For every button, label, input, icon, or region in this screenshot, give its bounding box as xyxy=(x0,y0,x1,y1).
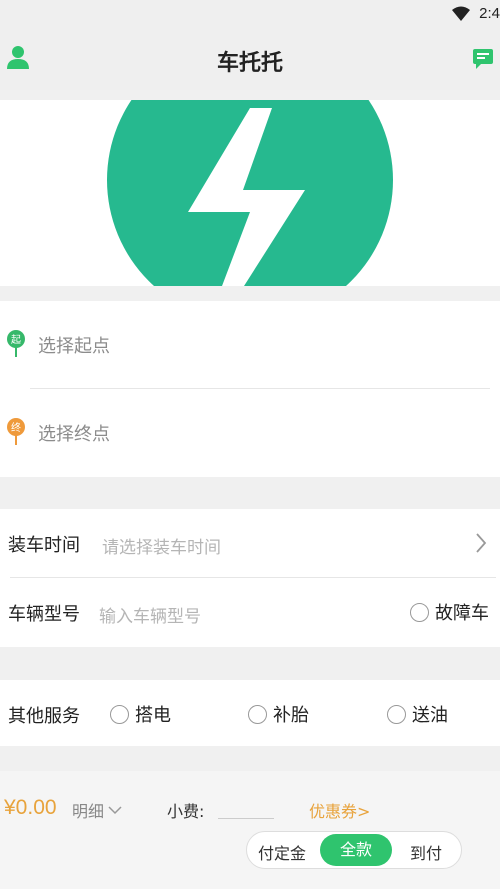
tip-input[interactable] xyxy=(218,818,274,819)
message-icon[interactable] xyxy=(472,48,494,70)
radio-icon xyxy=(248,704,267,724)
svg-text:终: 终 xyxy=(11,421,21,434)
vehicle-info-card: 装车时间 请选择装车时间 车辆型号 输入车辆型号 故障车 xyxy=(0,509,500,647)
service-fuel-delivery[interactable]: 送油 xyxy=(387,701,448,727)
service-jump-start[interactable]: 搭电 xyxy=(110,701,171,727)
end-pin-icon: 终 xyxy=(7,418,25,445)
detail-label: 明细 xyxy=(72,802,105,821)
banner[interactable] xyxy=(0,100,500,286)
faulty-vehicle-checkbox[interactable]: 故障车 xyxy=(410,599,489,625)
chevron-right-icon xyxy=(476,533,487,553)
radio-icon xyxy=(410,602,429,622)
vehicle-model-row: 车辆型号 输入车辆型号 故障车 xyxy=(0,578,500,646)
end-point-input[interactable]: 选择终点 xyxy=(38,420,110,446)
price-detail-toggle[interactable]: 明细 xyxy=(72,798,122,822)
service-label: 送油 xyxy=(412,705,448,726)
payment-segmented-control: 付定金 全款 到付 xyxy=(246,831,462,869)
radio-icon xyxy=(387,704,406,724)
faulty-vehicle-label: 故障车 xyxy=(435,603,489,624)
lightning-logo-icon xyxy=(107,100,393,286)
payment-deposit-option[interactable]: 付定金 xyxy=(258,840,306,864)
vehicle-model-label: 车辆型号 xyxy=(8,604,80,625)
page-title: 车托托 xyxy=(216,51,283,76)
service-tire-repair[interactable]: 补胎 xyxy=(248,701,309,727)
end-point-row[interactable]: 终 选择终点 xyxy=(0,389,500,475)
radio-icon xyxy=(110,704,129,724)
status-bar: 2:4 xyxy=(0,0,500,30)
loading-time-label: 装车时间 xyxy=(8,535,80,556)
tip-label: 小费: xyxy=(167,802,205,821)
clock: 2:4 xyxy=(479,5,500,22)
loading-time-row[interactable]: 装车时间 请选择装车时间 xyxy=(0,509,500,577)
header: 车托托 xyxy=(0,30,500,90)
start-point-input[interactable]: 选择起点 xyxy=(38,332,110,358)
other-services-label: 其他服务 xyxy=(8,706,80,727)
wifi-icon xyxy=(452,6,470,21)
service-label: 搭电 xyxy=(135,705,171,726)
coupon-link[interactable]: 优惠券> xyxy=(309,798,370,822)
svg-text:起: 起 xyxy=(11,334,21,346)
chevron-down-icon xyxy=(108,806,122,815)
start-pin-icon: 起 xyxy=(7,330,25,357)
service-label: 补胎 xyxy=(273,705,309,726)
payment-on-delivery-option[interactable]: 到付 xyxy=(410,840,442,864)
other-services-card: 其他服务 搭电 补胎 送油 xyxy=(0,680,500,746)
order-footer: ¥0.00 明细 小费: 优惠券> 付定金 全款 到付 xyxy=(0,771,500,889)
start-point-row[interactable]: 起 选择起点 xyxy=(0,301,500,387)
total-price: ¥0.00 xyxy=(4,796,57,819)
loading-time-input[interactable]: 请选择装车时间 xyxy=(102,533,221,558)
vehicle-model-input[interactable]: 输入车辆型号 xyxy=(99,602,201,627)
payment-full-option[interactable]: 全款 xyxy=(320,834,392,866)
route-card: 起 选择起点 终 选择终点 xyxy=(0,301,500,477)
